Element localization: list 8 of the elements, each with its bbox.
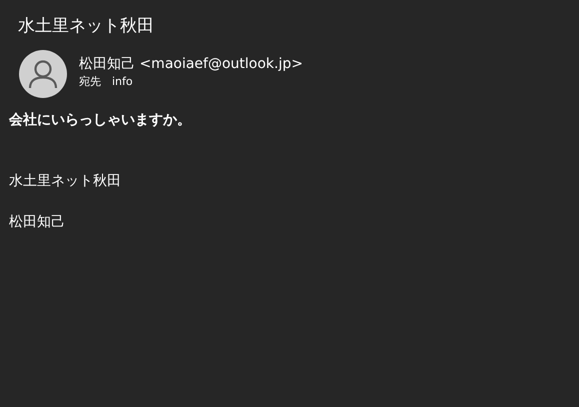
body-text: 会社にいらっしゃいますか。 [9, 111, 192, 130]
sender-name: 松田知己 <maoiaef@outlook.jp> [79, 55, 303, 73]
body-text: 水土里ネット秋田 [9, 172, 122, 191]
email-subject: 水土里ネット秋田 [17, 15, 155, 38]
recipient-label: 宛先 [79, 75, 101, 89]
recipient-address: info [112, 75, 133, 89]
body-text: 松田知己 [9, 213, 66, 232]
avatar-icon [19, 50, 67, 98]
